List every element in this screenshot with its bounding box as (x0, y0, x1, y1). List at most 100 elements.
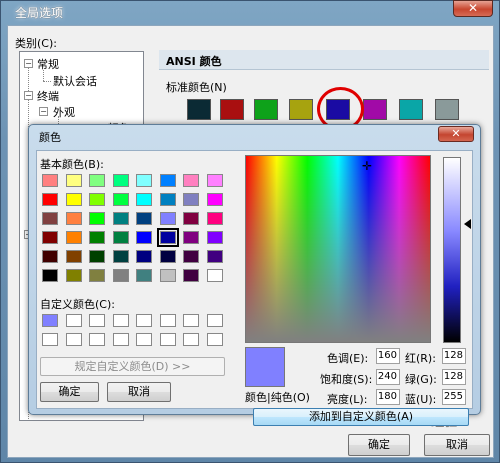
standard-color-swatch[interactable] (363, 99, 387, 120)
tree-item-appearance[interactable]: 外观 (53, 104, 75, 120)
dialog-ok-button[interactable]: 确定 (40, 382, 99, 402)
window-title: 全局选项 (15, 6, 64, 20)
basic-color-swatch[interactable] (42, 231, 58, 244)
basic-color-swatch[interactable] (183, 269, 199, 282)
basic-colors-label: 基本颜色(B): (40, 158, 104, 171)
hue-input[interactable]: 160 (376, 348, 400, 364)
basic-color-swatch[interactable] (206, 193, 223, 206)
standard-color-swatch[interactable] (289, 99, 313, 120)
tree-item-general[interactable]: 常规 (37, 56, 59, 72)
custom-color-swatch[interactable] (42, 314, 58, 327)
custom-color-swatch[interactable] (65, 333, 82, 346)
basic-color-swatch[interactable] (65, 193, 82, 206)
basic-color-swatch[interactable] (112, 193, 129, 206)
basic-color-swatch[interactable] (112, 269, 129, 282)
basic-color-swatch[interactable] (206, 269, 223, 282)
standard-color-swatch[interactable] (435, 99, 459, 120)
custom-color-swatch[interactable] (42, 333, 58, 346)
basic-color-swatch[interactable] (136, 212, 152, 225)
add-to-custom-colors-button[interactable]: 添加到自定义颜色(A) (253, 408, 469, 426)
basic-color-swatch[interactable] (65, 269, 82, 282)
basic-color-swatch[interactable] (183, 231, 199, 244)
basic-color-swatch[interactable] (136, 193, 152, 206)
basic-color-swatch[interactable] (159, 250, 176, 263)
basic-color-swatch[interactable] (159, 269, 176, 282)
blue-input[interactable]: 255 (442, 389, 466, 405)
custom-color-swatch[interactable] (89, 333, 105, 346)
collapse-icon[interactable]: − (24, 59, 33, 68)
basic-color-swatch[interactable] (136, 269, 152, 282)
custom-color-swatch[interactable] (136, 314, 152, 327)
dialog-cancel-button[interactable]: 取消 (107, 382, 171, 402)
custom-color-swatch[interactable] (183, 314, 199, 327)
standard-color-swatch[interactable] (254, 99, 278, 120)
basic-color-swatch[interactable] (89, 250, 105, 263)
collapse-icon[interactable]: − (39, 107, 48, 116)
custom-color-swatch[interactable] (112, 314, 129, 327)
luminance-input[interactable]: 180 (376, 389, 400, 405)
custom-color-swatch[interactable] (183, 333, 199, 346)
basic-color-swatch[interactable] (206, 231, 223, 244)
color-spectrum[interactable] (245, 155, 431, 343)
collapse-icon[interactable]: − (24, 91, 33, 100)
basic-color-swatch[interactable] (89, 193, 105, 206)
custom-color-swatch[interactable] (159, 333, 176, 346)
basic-color-swatch[interactable] (65, 231, 82, 244)
basic-color-swatch[interactable] (112, 250, 129, 263)
basic-color-swatch[interactable] (112, 231, 129, 244)
tree-line (43, 70, 44, 81)
basic-color-swatch[interactable] (89, 231, 105, 244)
ansi-header: ANSI 颜色 (159, 50, 489, 70)
custom-color-swatch[interactable] (159, 314, 176, 327)
saturation-label: 饱和度(S): (320, 373, 373, 386)
tree-item-default-session[interactable]: 默认会话 (53, 73, 97, 89)
close-icon: ✕ (467, 1, 479, 15)
basic-color-swatch[interactable] (136, 174, 152, 187)
standard-color-swatch[interactable] (187, 99, 211, 120)
tree-item-terminal[interactable]: 终端 (37, 88, 59, 104)
basic-color-swatch[interactable] (89, 269, 105, 282)
basic-color-swatch[interactable] (206, 212, 223, 225)
standard-color-swatch[interactable] (220, 99, 244, 120)
basic-color-swatch[interactable] (206, 174, 223, 187)
basic-color-swatch[interactable] (159, 193, 176, 206)
red-input[interactable]: 128 (442, 348, 466, 364)
basic-color-swatch[interactable] (89, 174, 105, 187)
custom-color-swatch[interactable] (65, 314, 82, 327)
basic-color-swatch[interactable] (206, 250, 223, 263)
green-input[interactable]: 128 (442, 369, 466, 385)
custom-color-swatch[interactable] (136, 333, 152, 346)
basic-color-swatch[interactable] (136, 231, 152, 244)
basic-color-swatch[interactable] (65, 212, 82, 225)
slider-arrow-icon[interactable] (464, 219, 471, 229)
custom-color-swatch[interactable] (89, 314, 105, 327)
color-preview (245, 347, 285, 387)
custom-color-swatch[interactable] (206, 333, 223, 346)
basic-color-swatch[interactable] (183, 174, 199, 187)
basic-color-swatch[interactable] (42, 193, 58, 206)
basic-color-swatch[interactable] (183, 250, 199, 263)
basic-color-swatch[interactable] (112, 212, 129, 225)
window-close-button[interactable]: ✕ (453, 0, 493, 17)
basic-color-swatch[interactable] (183, 212, 199, 225)
define-custom-colors-button[interactable]: 规定自定义颜色(D) >> (40, 357, 225, 376)
basic-color-swatch[interactable] (183, 193, 199, 206)
basic-color-swatch[interactable] (42, 212, 58, 225)
basic-color-swatch[interactable] (136, 250, 152, 263)
basic-color-swatch[interactable] (42, 250, 58, 263)
luminance-slider[interactable] (443, 157, 461, 343)
basic-color-swatch[interactable] (159, 212, 176, 225)
saturation-input[interactable]: 240 (376, 369, 400, 385)
dialog-close-button[interactable]: ✕ (438, 126, 474, 142)
basic-color-swatch[interactable] (159, 174, 176, 187)
basic-color-swatch[interactable] (42, 269, 58, 282)
basic-color-swatch[interactable] (65, 174, 82, 187)
basic-color-swatch[interactable] (112, 174, 129, 187)
custom-color-swatch[interactable] (112, 333, 129, 346)
basic-color-swatch[interactable] (42, 174, 58, 187)
standard-color-swatch[interactable] (399, 99, 423, 120)
custom-color-swatch[interactable] (206, 314, 223, 327)
basic-color-swatch[interactable] (65, 250, 82, 263)
basic-color-swatch[interactable] (89, 212, 105, 225)
basic-color-swatch[interactable] (156, 228, 179, 247)
